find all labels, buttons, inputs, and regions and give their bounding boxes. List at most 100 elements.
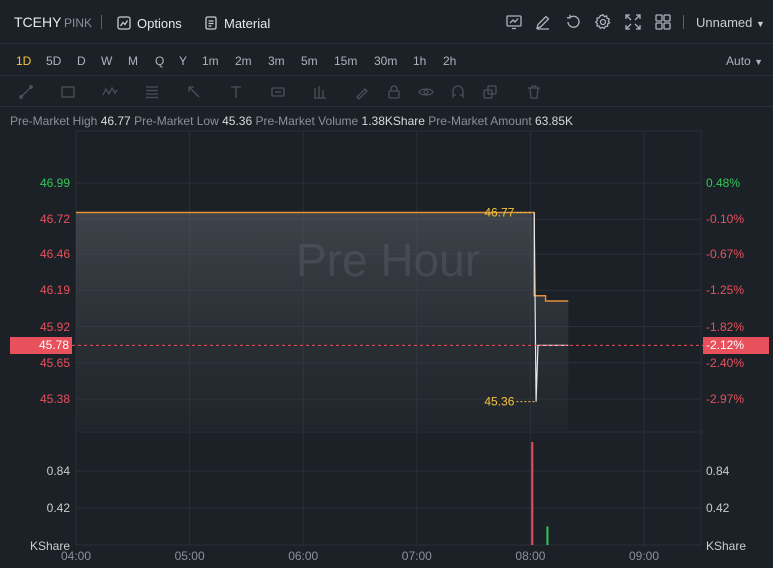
volume-tick-label: 0.42	[46, 501, 70, 515]
percent-tick-label: -0.67%	[706, 247, 745, 262]
scale-mode-label: Auto	[726, 54, 751, 68]
low-value: 45.36	[222, 114, 253, 128]
watermark-text: Pre Hour	[296, 234, 480, 286]
percent-tick-label: -1.82%	[706, 319, 745, 334]
high-marker-label: 46.77	[484, 206, 514, 220]
percent-tick-label: 0.48%	[706, 176, 741, 190]
timeframe-w[interactable]: W	[101, 54, 112, 68]
volume-bar	[531, 442, 534, 545]
price-lines	[76, 211, 569, 402]
volume-bar	[546, 526, 549, 545]
timeframe-3m[interactable]: 3m	[268, 54, 285, 68]
layout-name-label: Unnamed	[696, 15, 753, 30]
volume-label: Pre-Market Volume	[255, 114, 359, 128]
amount-label: Pre-Market Amount	[428, 114, 532, 128]
brush-tool-icon[interactable]	[354, 84, 370, 100]
time-tick-label: 09:00	[629, 549, 660, 563]
timeframe-1m[interactable]: 1m	[202, 54, 219, 68]
lock-icon[interactable]	[386, 84, 402, 100]
settings-gear-icon[interactable]	[594, 13, 612, 31]
options-button[interactable]: Options	[116, 12, 182, 34]
group-icon[interactable]	[482, 84, 498, 100]
price-tick-label: 45.92	[39, 319, 70, 334]
text-tool-icon[interactable]	[228, 84, 244, 100]
percent-tick-label: -2.97%	[706, 392, 745, 406]
fibonacci-tool-icon[interactable]	[144, 84, 160, 100]
magnet-icon[interactable]	[450, 84, 466, 100]
price-area	[76, 212, 569, 430]
edit-icon[interactable]	[534, 13, 552, 31]
volume-value: 1.38KShare	[361, 114, 425, 128]
current-change-badge: -2.12%	[703, 337, 769, 354]
volume-unit-label: KShare	[30, 539, 71, 553]
price-tick-label: 45.38	[39, 392, 70, 406]
timeframe-bar: 1D 5D D W M Q Y 1m 2m 3m 5m 15m 30m 1h 2…	[0, 45, 773, 76]
timeframe-1d[interactable]: 1D	[16, 54, 31, 68]
trendline-tool-icon[interactable]	[18, 84, 34, 100]
timeframe-5d[interactable]: 5D	[46, 54, 61, 68]
volume-tick-label: 0.84	[706, 464, 730, 478]
material-button[interactable]: Material	[203, 12, 270, 34]
symbol-label[interactable]: TCEHY	[14, 14, 61, 30]
timeframe-5m[interactable]: 5m	[301, 54, 318, 68]
price-range-tool-icon[interactable]	[270, 84, 286, 100]
material-label: Material	[224, 15, 271, 31]
plot-border	[75, 130, 702, 546]
reset-icon[interactable]	[564, 13, 582, 31]
timeframe-y[interactable]: Y	[179, 54, 187, 68]
options-label: Options	[137, 15, 182, 31]
percent-tick-label: -1.25%	[706, 283, 745, 298]
timeframe-d[interactable]: D	[77, 54, 86, 68]
time-tick-label: 07:00	[401, 549, 432, 563]
arrow-tool-icon[interactable]	[186, 84, 202, 100]
time-tick-label: 08:00	[515, 549, 546, 563]
pre-market-info: Pre-Market High 46.77 Pre-Market Low 45.…	[10, 114, 573, 128]
chart-grid	[75, 130, 702, 546]
timeframe-2m[interactable]: 2m	[235, 54, 252, 68]
price-tick-label: 46.46	[39, 247, 70, 262]
timeframe-2h[interactable]: 2h	[443, 54, 456, 68]
amount-value: 63.85K	[535, 114, 574, 128]
divider	[683, 15, 684, 29]
volume-tick-label: 0.84	[46, 464, 70, 478]
layout-grid-icon[interactable]	[654, 13, 672, 31]
timeframe-30m[interactable]: 30m	[374, 54, 397, 68]
percent-tick-label: -0.10%	[706, 212, 745, 227]
time-tick-label: 05:00	[174, 549, 205, 563]
current-price-badge: 45.78	[10, 337, 72, 354]
drawing-toolbar	[0, 77, 773, 107]
price-line	[76, 211, 569, 302]
eye-icon[interactable]	[418, 84, 434, 100]
volume-tick-label: 0.42	[706, 501, 730, 515]
scale-mode-dropdown[interactable]: Auto ▼	[726, 54, 763, 68]
fullscreen-icon[interactable]	[624, 13, 642, 31]
caret-down-icon: ▼	[756, 19, 765, 29]
low-label: Pre-Market Low	[134, 114, 219, 128]
hi-lo-markers: 46.77 45.36	[484, 206, 537, 409]
price-tick-label: 46.19	[39, 283, 70, 298]
options-icon	[116, 15, 132, 31]
volume-unit-label: KShare	[706, 539, 747, 553]
top-toolbar: TCEHY PINK Options Material Unnamed ▼	[0, 0, 773, 44]
divider	[101, 15, 102, 29]
trash-icon[interactable]	[526, 84, 542, 100]
layout-name-dropdown[interactable]: Unnamed ▼	[696, 15, 765, 30]
timeframe-15m[interactable]: 15m	[334, 54, 357, 68]
document-icon	[203, 15, 219, 31]
timeframe-m[interactable]: M	[128, 54, 138, 68]
caret-down-icon: ▼	[754, 57, 763, 67]
price-area-fill	[76, 212, 569, 430]
percent-tick-label: -2.40%	[706, 355, 745, 370]
average-price-line	[533, 212, 569, 402]
timeframe-1h[interactable]: 1h	[413, 54, 426, 68]
exchange-label: PINK	[64, 16, 93, 30]
price-tick-label: 46.72	[39, 212, 70, 227]
time-tick-label: 06:00	[288, 549, 319, 563]
indicator-icon[interactable]	[505, 13, 523, 31]
rectangle-tool-icon[interactable]	[60, 84, 76, 100]
wave-tool-icon[interactable]	[102, 84, 118, 100]
timeframe-q[interactable]: Q	[155, 54, 164, 68]
high-value: 46.77	[100, 114, 131, 128]
volume-bars	[531, 442, 549, 545]
bar-pattern-tool-icon[interactable]	[312, 84, 328, 100]
